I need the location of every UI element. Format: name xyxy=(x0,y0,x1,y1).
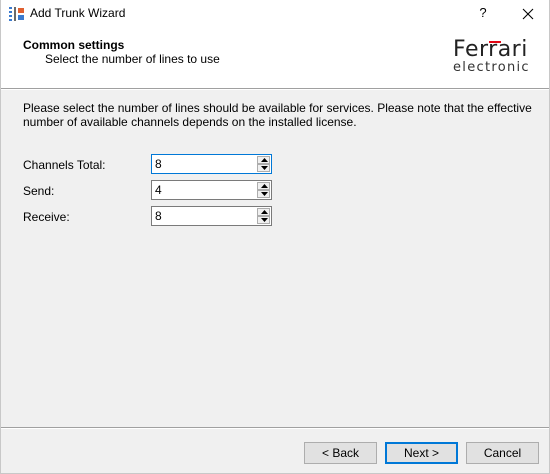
send-spin-buttons xyxy=(257,182,270,198)
channels-total-increment[interactable] xyxy=(257,156,270,164)
receive-spin-buttons xyxy=(257,208,270,224)
help-button[interactable]: ? xyxy=(468,2,498,26)
channels-total-spinner[interactable]: 8 xyxy=(151,154,272,174)
title-bar: Add Trunk Wizard ? xyxy=(0,0,550,28)
wizard-window-icon xyxy=(9,6,25,22)
header-divider xyxy=(0,88,550,90)
send-label: Send: xyxy=(23,184,55,198)
send-spinner[interactable]: 4 xyxy=(151,180,272,200)
back-button[interactable]: < Back xyxy=(304,442,377,464)
add-trunk-wizard-window: Add Trunk Wizard ? Common settings Selec… xyxy=(0,0,550,474)
receive-increment[interactable] xyxy=(257,208,270,216)
receive-decrement[interactable] xyxy=(257,216,270,224)
page-subtitle: Select the number of lines to use xyxy=(45,52,220,66)
instruction-text: Please select the number of lines should… xyxy=(23,101,532,129)
wizard-header: Common settings Select the number of lin… xyxy=(0,28,550,88)
close-icon xyxy=(513,8,543,29)
receive-value[interactable]: 8 xyxy=(155,209,162,223)
send-increment[interactable] xyxy=(257,182,270,190)
logo-accent-mark xyxy=(489,41,501,43)
close-button[interactable] xyxy=(513,2,543,26)
footer-divider xyxy=(0,427,550,429)
channels-total-decrement[interactable] xyxy=(257,164,270,172)
cancel-button[interactable]: Cancel xyxy=(466,442,539,464)
receive-label: Receive: xyxy=(23,210,70,224)
logo-tagline: electronic xyxy=(453,60,530,75)
send-decrement[interactable] xyxy=(257,190,270,198)
channels-total-label: Channels Total: xyxy=(23,158,106,172)
page-title: Common settings xyxy=(23,38,125,52)
window-title: Add Trunk Wizard xyxy=(30,6,126,20)
send-value[interactable]: 4 xyxy=(155,183,162,197)
receive-spinner[interactable]: 8 xyxy=(151,206,272,226)
next-button[interactable]: Next > xyxy=(385,442,458,464)
ferrari-electronic-logo: Ferrari electronic xyxy=(451,38,535,78)
channels-total-value[interactable]: 8 xyxy=(155,157,162,171)
channels-total-spin-buttons xyxy=(257,156,270,172)
